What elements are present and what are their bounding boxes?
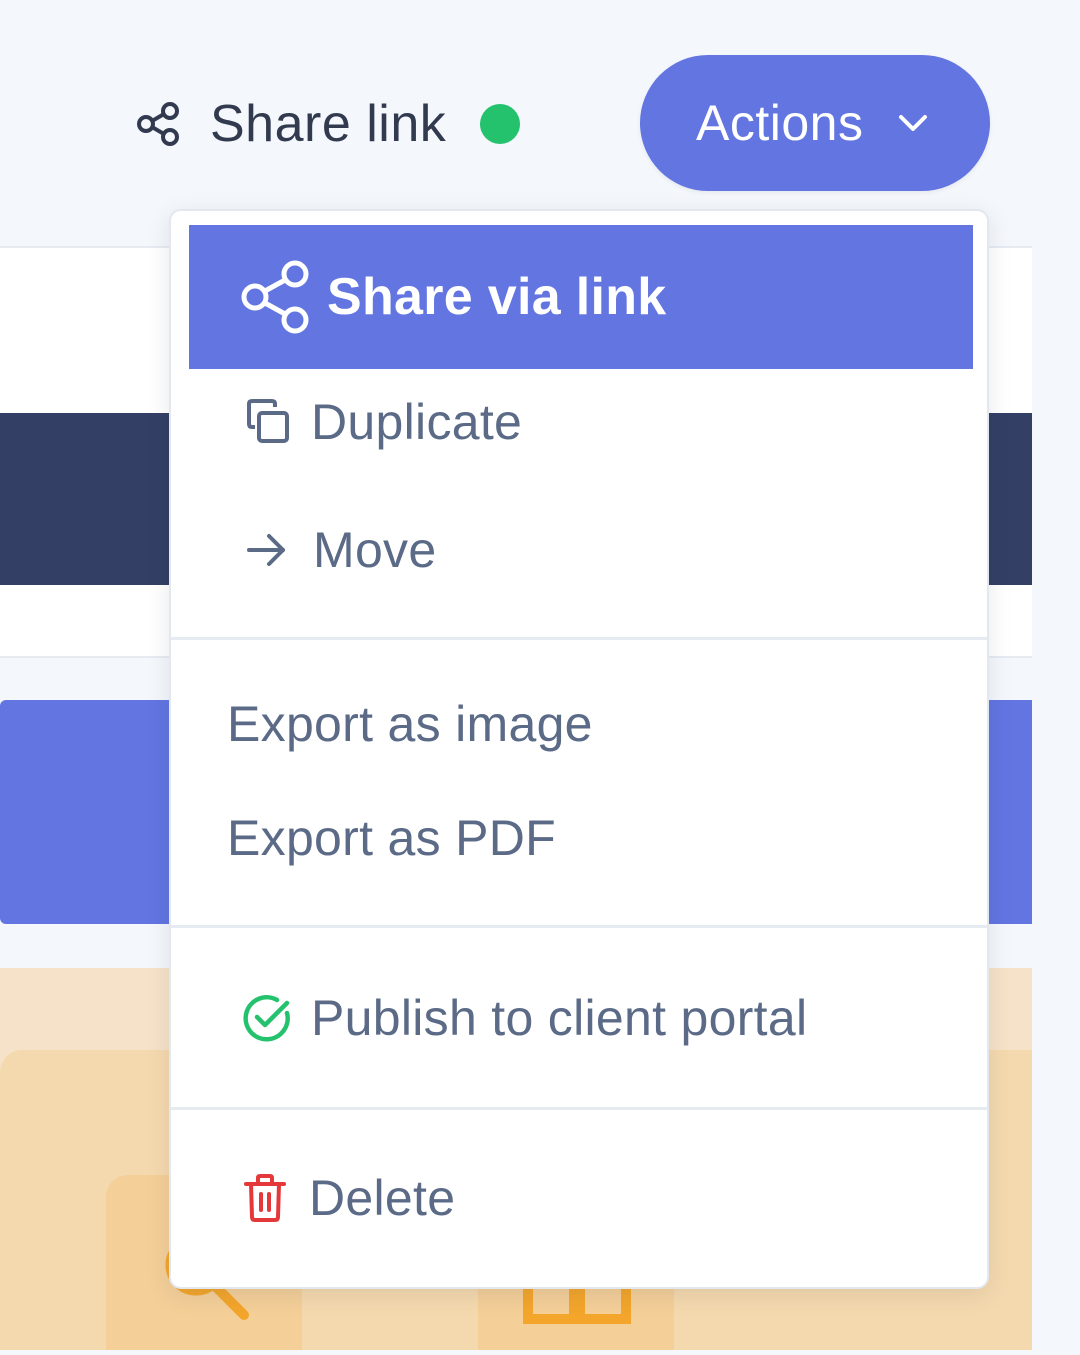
share-icon	[241, 260, 309, 334]
menu-item-move[interactable]: Move	[245, 509, 436, 591]
menu-item-export-pdf[interactable]: Export as PDF	[227, 797, 556, 879]
share-link-toggle[interactable]: Share link	[134, 92, 521, 156]
menu-divider	[171, 1107, 987, 1110]
arrow-right-icon	[247, 534, 285, 566]
share-link-label: Share link	[210, 95, 447, 153]
chevron-down-icon	[899, 115, 928, 131]
menu-divider	[171, 925, 987, 928]
menu-item-label: Publish to client portal	[311, 990, 808, 1046]
menu-item-label: Move	[313, 522, 437, 578]
menu-item-delete[interactable]: Delete	[243, 1157, 455, 1239]
actions-dropdown-menu: Share via link Duplicate Move Export as …	[169, 209, 989, 1289]
check-circle-icon	[243, 995, 290, 1042]
menu-item-share-via-link[interactable]: Share via link	[189, 225, 973, 369]
menu-item-label: Duplicate	[311, 394, 523, 450]
trash-icon	[244, 1174, 286, 1222]
menu-item-label: Export as PDF	[227, 810, 556, 866]
menu-divider	[171, 637, 987, 640]
menu-item-publish-to-client-portal[interactable]: Publish to client portal	[243, 977, 807, 1059]
menu-item-export-image[interactable]: Export as image	[227, 683, 593, 765]
share-status-indicator	[480, 104, 521, 144]
menu-item-duplicate[interactable]: Duplicate	[243, 381, 522, 463]
actions-button-label: Actions	[696, 95, 864, 151]
share-icon	[137, 102, 179, 146]
actions-button[interactable]: Actions	[640, 55, 990, 191]
background-right-margin	[1032, 0, 1080, 1350]
menu-item-label: Export as image	[227, 696, 593, 752]
menu-item-label: Share via link	[327, 268, 667, 326]
copy-icon	[247, 399, 289, 443]
menu-item-label: Delete	[309, 1170, 456, 1226]
